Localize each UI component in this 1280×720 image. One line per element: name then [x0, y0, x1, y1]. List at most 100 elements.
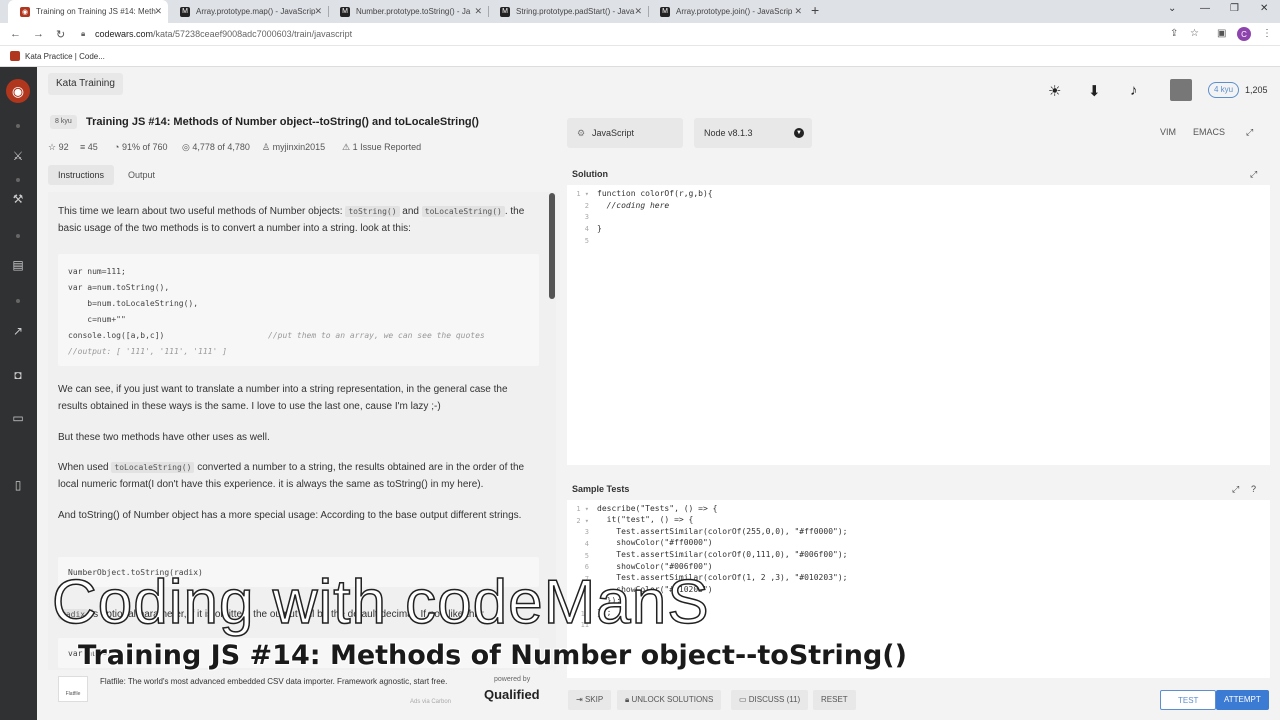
theme-sun-icon[interactable]: ☀	[1048, 82, 1061, 100]
forward-arrow-icon[interactable]: →	[33, 28, 44, 40]
fullscreen-icon[interactable]: ⤢	[1250, 169, 1257, 180]
restore-icon[interactable]: ❐	[1230, 3, 1239, 14]
reset-button[interactable]: RESET	[813, 690, 856, 710]
mdn-icon: M	[180, 6, 190, 17]
tab-title: Array.prototype.join() - JavaScrip	[676, 7, 793, 16]
language-icon: ⚙	[577, 128, 586, 138]
close-icon[interactable]: ✕	[314, 6, 322, 17]
line-number: 2	[584, 202, 589, 210]
issues-value: 1 Issue Reported	[352, 142, 422, 152]
author-stat[interactable]: ♙ myjinxin2015	[262, 142, 325, 153]
line-number: 5	[584, 237, 589, 245]
qualified-logo[interactable]: Qualified	[484, 687, 540, 702]
fullscreen-icon[interactable]: ⤢	[1232, 484, 1239, 495]
browser-tab-padstart[interactable]: M String.prototype.padStart() - Java ✕	[488, 0, 649, 23]
close-icon[interactable]: ✕	[154, 6, 162, 17]
code-line: describe("Tests", () => {	[597, 504, 718, 513]
skip-button[interactable]: ⇥ SKIP	[568, 690, 612, 710]
skip-icon: ⇥	[576, 695, 585, 704]
thumbs-up-icon: ◔	[114, 142, 122, 152]
share-icon[interactable]: ⇪	[1170, 28, 1178, 39]
tab-title: Training on Training JS #14: Meth	[36, 7, 156, 16]
leaderboard-icon[interactable]: ↗	[10, 323, 26, 339]
issues-stat[interactable]: ⚠ 1 Issue Reported	[342, 142, 421, 153]
emacs-mode-button[interactable]: EMACS	[1193, 127, 1225, 137]
unlock-solutions-button[interactable]: 🔒︎ UNLOCK SOLUTIONS	[617, 690, 722, 710]
profile-avatar[interactable]: C	[1237, 27, 1251, 41]
text: This time we learn about two useful meth…	[58, 206, 346, 217]
codewars-icon	[10, 51, 20, 61]
code-line: var a=num.toString(),	[68, 283, 170, 292]
collections-stat[interactable]: ≡ 45	[80, 142, 98, 152]
vim-mode-button[interactable]: VIM	[1160, 127, 1176, 137]
skip-label: SKIP	[584, 695, 604, 704]
fullscreen-icon[interactable]: ⤢	[1246, 127, 1253, 138]
url-path: /kata/57238ceaef9008adc7000603/train/jav…	[153, 29, 353, 39]
solution-editor[interactable]: 1 ▾ 2 3 4 5 function colorOf(r,g,b){ //c…	[567, 185, 1270, 465]
user-avatar[interactable]	[1170, 79, 1192, 101]
satisfaction-stat: ◔ 91% of 760	[114, 142, 167, 152]
bookmark-item[interactable]: Kata Practice | Code...	[10, 51, 105, 61]
help-icon[interactable]: ?	[1251, 484, 1256, 494]
tab-instructions[interactable]: Instructions	[48, 165, 115, 185]
line-number: 1 ▾	[576, 190, 589, 198]
completed-value: 4,778 of 4,780	[192, 142, 250, 152]
tab-output[interactable]: Output	[118, 165, 165, 185]
code-line: showColor("#ff0000")	[597, 538, 713, 547]
browser-tab-tostring[interactable]: M Number.prototype.toString() - Ja ✕	[328, 0, 489, 23]
bell-icon[interactable]: ♪	[1130, 82, 1138, 99]
warning-icon: ⚠	[342, 142, 353, 152]
browser-tab-map[interactable]: M Array.prototype.map() - JavaScrip ✕	[168, 0, 329, 23]
stars-stat[interactable]: ☆ 92	[48, 142, 69, 153]
discuss-button[interactable]: ▭ DISCUSS (11)	[731, 690, 809, 710]
browser-tab-codewars[interactable]: ◉ Training on Training JS #14: Meth ✕	[8, 0, 168, 23]
bookmark-icon[interactable]: ⬇	[1088, 82, 1101, 100]
codewars-logo-icon[interactable]: ◉	[6, 79, 30, 103]
attempt-button[interactable]: ATTEMPT	[1216, 690, 1269, 710]
close-icon[interactable]: ✕	[474, 6, 482, 17]
sidebar-icon[interactable]: ▣	[1217, 28, 1226, 39]
practice-icon[interactable]: ⚒	[10, 191, 26, 207]
satisfaction-value: 91% of 760	[121, 142, 168, 152]
discord-icon[interactable]: ◘	[10, 367, 26, 383]
menu-dots-icon[interactable]: ⋮	[1262, 28, 1272, 39]
language-select[interactable]: ⚙ JavaScript	[567, 118, 683, 148]
star-icon[interactable]: ☆	[1190, 28, 1199, 39]
lock-icon: 🔒︎	[81, 29, 86, 38]
stars-count: 92	[58, 142, 69, 152]
inline-code: toString()	[345, 206, 400, 217]
ads-via-label[interactable]: Ads via Carbon	[410, 699, 451, 705]
ad-banner[interactable]	[48, 670, 556, 710]
new-tab-button[interactable]: +	[811, 2, 819, 18]
kata-training-label: Kata Training	[48, 73, 123, 95]
star-icon: ☆	[48, 142, 59, 152]
tab-title: Array.prototype.map() - JavaScrip	[196, 7, 316, 16]
discuss-label: DISCUSS (11)	[748, 695, 801, 704]
ad-text[interactable]: Flatfile: The world's most advanced embe…	[100, 677, 470, 687]
description-paragraph: But these two methods have other uses as…	[58, 432, 270, 443]
close-icon[interactable]: ✕	[634, 6, 642, 17]
browser-tab-join[interactable]: M Array.prototype.join() - JavaScrip ✕	[648, 0, 808, 23]
chevron-down-icon: ▼	[794, 128, 804, 138]
close-icon[interactable]: ✕	[794, 6, 802, 17]
window-close-icon[interactable]: ✕	[1260, 3, 1268, 14]
reload-icon[interactable]: ↻	[56, 28, 65, 41]
chat-icon[interactable]: ▭	[10, 410, 26, 426]
test-button[interactable]: TEST	[1160, 690, 1217, 710]
minimize-icon[interactable]: —	[1200, 3, 1210, 14]
address-bar: ← → ↻ 🔒︎ codewars.com/kata/57238ceaef900…	[0, 23, 1280, 46]
honor-count: 1,205	[1245, 85, 1268, 95]
back-arrow-icon[interactable]: ←	[10, 28, 21, 40]
tab-title: String.prototype.padStart() - Java	[516, 7, 635, 16]
description-scrollbar[interactable]	[549, 193, 555, 299]
version-label: Node v8.1.3	[704, 128, 753, 138]
chevron-down-icon[interactable]: ⌄	[1168, 3, 1176, 14]
train-icon[interactable]: ⚔	[10, 148, 26, 164]
sample-tests-label: Sample Tests	[572, 484, 630, 494]
briefcase-icon[interactable]: ▤	[10, 257, 26, 273]
docs-icon[interactable]: ▯	[10, 477, 26, 493]
url-field[interactable]: codewars.com/kata/57238ceaef9008adc70006…	[95, 29, 352, 39]
flatfile-logo[interactable]: Flatfile	[58, 676, 88, 702]
line-number: 3	[584, 213, 589, 221]
version-select[interactable]: Node v8.1.3 ▼	[694, 118, 812, 148]
